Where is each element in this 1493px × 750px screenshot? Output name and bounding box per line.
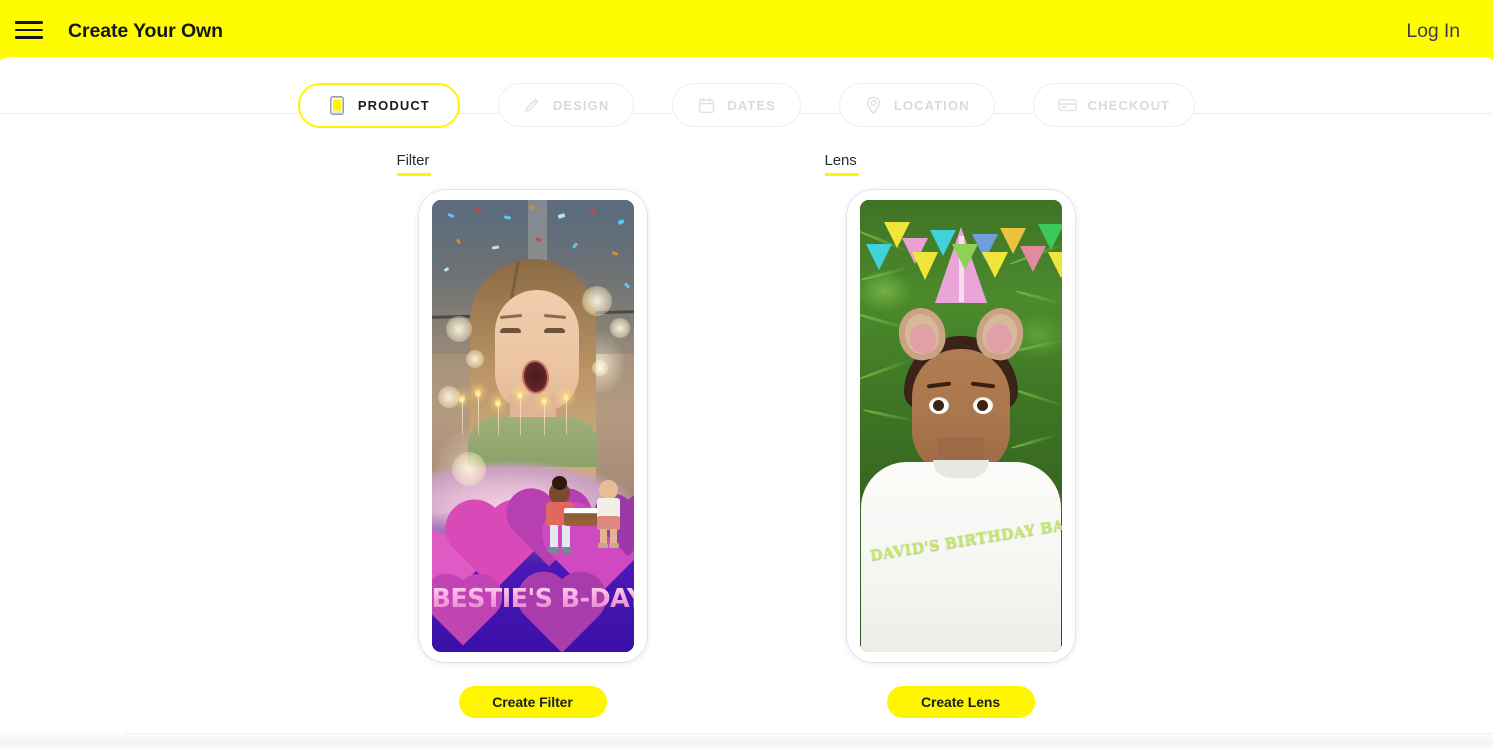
- lens-title-underline: [824, 173, 859, 176]
- create-lens-button[interactable]: Create Lens: [886, 686, 1035, 718]
- filter-bokeh-light: [581, 286, 612, 316]
- lens-heading: Lens: [824, 152, 859, 176]
- calendar-icon: [697, 96, 716, 115]
- lens-ar-bunting: [1037, 224, 1062, 250]
- credit-card-icon: [1057, 96, 1077, 115]
- step-dates-label: DATES: [727, 97, 776, 113]
- filter-bokeh-light: [609, 318, 630, 338]
- filter-phone-preview[interactable]: BESTIE'S B-DAY: [418, 190, 647, 662]
- filter-candle: [541, 396, 547, 436]
- pencil-icon: [523, 96, 542, 115]
- lens-phone-preview[interactable]: DAVID'S BIRTHDAY BASH: [846, 190, 1075, 662]
- filter-eye-right: [543, 327, 565, 333]
- hamburger-menu-icon[interactable]: [14, 17, 43, 43]
- filter-title: Filter: [396, 152, 430, 169]
- step-dates[interactable]: DATES: [672, 83, 801, 127]
- filter-bitmoji-right: [592, 476, 626, 548]
- lens-title: Lens: [824, 152, 857, 169]
- filter-bokeh-light: [445, 316, 472, 342]
- filter-eye-left: [499, 327, 521, 333]
- lens-ar-bunting: [1047, 252, 1062, 278]
- lens-tshirt-collar: [932, 459, 989, 478]
- lens-eye-right: [972, 396, 993, 414]
- filter-preview-screen: BESTIE'S B-DAY: [431, 200, 634, 652]
- app-header: Create Your Own Log In: [0, 0, 1493, 62]
- lens-eye-left: [928, 396, 949, 414]
- filter-candle: [475, 388, 481, 436]
- step-design-label: DESIGN: [552, 97, 610, 113]
- filter-candle: [459, 394, 465, 436]
- step-product[interactable]: PRODUCT: [297, 82, 460, 128]
- step-design[interactable]: DESIGN: [497, 83, 635, 127]
- filter-title-underline: [396, 173, 431, 176]
- step-product-label: PRODUCT: [357, 97, 430, 113]
- filter-bokeh-light: [451, 452, 486, 486]
- filter-bokeh-light: [591, 360, 608, 376]
- filter-bokeh-light: [465, 350, 484, 368]
- page-title: Create Your Own: [68, 20, 223, 42]
- login-link[interactable]: Log In: [1406, 18, 1460, 44]
- filter-bokeh-light: [437, 386, 460, 408]
- hamburger-bar: [15, 36, 43, 39]
- create-filter-button[interactable]: Create Filter: [458, 686, 607, 718]
- step-location-label: LOCATION: [893, 97, 970, 113]
- phone-icon: [328, 95, 347, 115]
- step-location[interactable]: LOCATION: [838, 83, 995, 127]
- filter-caption-text: BESTIE'S B-DAY: [431, 583, 634, 614]
- product-card-lens: Lens DAVID'S BIRTHDAY BASH Create Lens: [824, 152, 1075, 718]
- page-section-divider: [0, 733, 1493, 750]
- step-checkout-label: CHECKOUT: [1087, 97, 1171, 113]
- lens-ar-bunting: [911, 252, 938, 280]
- progress-stepper: PRODUCT DESIGN DATES LOCATION CHECKOUT: [0, 74, 1493, 136]
- product-card-filter: Filter BESTIE'S B-DAY Create Filter: [396, 152, 647, 718]
- stepper-steps: PRODUCT DESIGN DATES LOCATION CHECKOUT: [0, 74, 1493, 136]
- product-options: Filter BESTIE'S B-DAY Create Filter Lens…: [0, 152, 1493, 718]
- filter-candle: [563, 392, 569, 436]
- map-pin-icon: [864, 96, 883, 115]
- step-checkout[interactable]: CHECKOUT: [1032, 83, 1196, 127]
- filter-candle: [495, 398, 501, 436]
- lens-ar-bunting: [981, 252, 1008, 278]
- filter-candle: [517, 390, 523, 436]
- lens-preview-screen: DAVID'S BIRTHDAY BASH: [859, 200, 1062, 652]
- filter-heading: Filter: [396, 152, 431, 176]
- filter-bitmoji-left: [540, 476, 598, 556]
- hamburger-bar: [15, 21, 43, 24]
- hamburger-bar: [15, 28, 43, 32]
